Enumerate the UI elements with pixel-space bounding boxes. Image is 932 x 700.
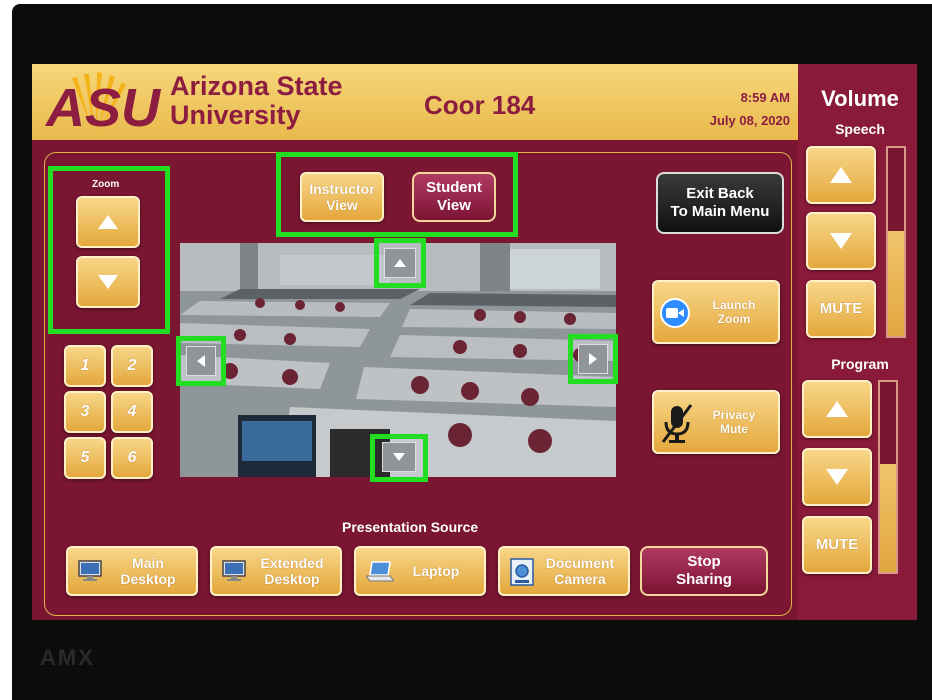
arrow-up-icon bbox=[98, 215, 118, 229]
main-desktop-label-1: Main bbox=[132, 555, 164, 571]
laptop-button[interactable]: Laptop bbox=[354, 546, 486, 596]
extended-desktop-label-2: Desktop bbox=[264, 571, 320, 587]
arrow-up-icon bbox=[394, 259, 406, 267]
zoom-label: Zoom bbox=[92, 179, 120, 190]
exit-label-2: To Main Menu bbox=[670, 203, 770, 220]
preset-6-button[interactable]: 6 bbox=[111, 437, 153, 479]
zoom-in-button[interactable] bbox=[76, 196, 140, 248]
program-label: Program bbox=[831, 356, 889, 372]
zoom-controls-highlight bbox=[48, 166, 170, 334]
program-volume-down-button[interactable] bbox=[802, 448, 872, 506]
clock-time: 8:59 AM bbox=[740, 90, 790, 105]
speech-label: Speech bbox=[835, 121, 885, 137]
zoom-out-button[interactable] bbox=[76, 256, 140, 308]
arrow-down-icon bbox=[826, 469, 848, 485]
preset-2-button[interactable]: 2 bbox=[111, 345, 153, 387]
speech-mute-button[interactable]: MUTE bbox=[806, 280, 876, 338]
laptop-glyph bbox=[364, 561, 396, 582]
room-name: Coor 184 bbox=[424, 90, 536, 120]
video-camera-glyph bbox=[666, 308, 684, 318]
stop-sharing-label-1: Stop bbox=[687, 553, 721, 570]
preset-4-button[interactable]: 4 bbox=[111, 391, 153, 433]
speech-volume-up-button[interactable] bbox=[806, 146, 876, 204]
launch-zoom-label: Launch Zoom bbox=[713, 298, 756, 326]
stop-sharing-button[interactable]: Stop Sharing bbox=[640, 546, 768, 596]
program-level-meter bbox=[878, 380, 898, 574]
launch-zoom-button[interactable]: Launch Zoom bbox=[652, 280, 780, 344]
student-view-label-1: Student bbox=[426, 179, 482, 196]
instructor-view-button[interactable]: Instructor View bbox=[300, 172, 384, 222]
zoom-camera-icon bbox=[660, 298, 690, 328]
monitor-glyph bbox=[222, 560, 246, 581]
main-desktop-label: Main Desktop bbox=[120, 555, 175, 587]
desktop-monitor-icon bbox=[222, 560, 246, 585]
asu-logo: ASU bbox=[44, 70, 162, 138]
camera-pan-right-button[interactable] bbox=[578, 344, 608, 374]
mic-slash-glyph bbox=[661, 404, 693, 443]
document-camera-label-1: Document bbox=[545, 555, 615, 571]
microphone-muted-icon bbox=[660, 402, 694, 449]
laptop-label: Laptop bbox=[412, 563, 460, 579]
arrow-up-icon bbox=[830, 167, 852, 183]
main-desktop-button[interactable]: Main Desktop bbox=[66, 546, 198, 596]
speech-level-fill bbox=[888, 230, 904, 336]
speech-level-meter bbox=[886, 146, 906, 338]
program-volume-up-button[interactable] bbox=[802, 380, 872, 438]
stop-sharing-label-2: Sharing bbox=[676, 571, 732, 588]
arrow-down-icon bbox=[393, 453, 405, 461]
laptop-icon bbox=[364, 560, 396, 585]
exit-label-1: Exit Back bbox=[686, 185, 754, 202]
document-camera-icon bbox=[510, 558, 534, 589]
extended-desktop-button[interactable]: Extended Desktop bbox=[210, 546, 342, 596]
instructor-view-label-1: Instructor bbox=[309, 181, 375, 197]
presentation-source-title: Presentation Source bbox=[342, 519, 479, 535]
university-name: Arizona State University bbox=[170, 72, 343, 130]
preset-5-button[interactable]: 5 bbox=[64, 437, 106, 479]
speech-volume-down-button[interactable] bbox=[806, 212, 876, 270]
privacy-mute-label-1: Privacy bbox=[712, 408, 756, 422]
arrow-down-icon bbox=[830, 233, 852, 249]
launch-zoom-label-2: Zoom bbox=[717, 312, 751, 326]
program-mute-button[interactable]: MUTE bbox=[802, 516, 872, 574]
arrow-right-icon bbox=[589, 353, 597, 365]
privacy-mute-label-2: Mute bbox=[719, 422, 748, 436]
clock-date: July 08, 2020 bbox=[709, 113, 790, 128]
main-desktop-label-2: Desktop bbox=[120, 571, 176, 587]
preset-1-button[interactable]: 1 bbox=[64, 345, 106, 387]
asu-logo-text: ASU bbox=[44, 78, 162, 134]
university-line-1: Arizona State bbox=[170, 71, 343, 101]
privacy-mute-button[interactable]: Privacy Mute bbox=[652, 390, 780, 454]
document-camera-label: Document Camera bbox=[546, 555, 614, 587]
asu-sunburst-logo: ASU bbox=[44, 72, 162, 138]
privacy-mute-label: Privacy Mute bbox=[713, 408, 756, 436]
document-camera-button[interactable]: Document Camera bbox=[498, 546, 630, 596]
camera-pan-left-button[interactable] bbox=[186, 346, 216, 376]
extended-desktop-label: Extended Desktop bbox=[260, 555, 323, 587]
document-camera-glyph bbox=[510, 558, 534, 586]
preset-3-button[interactable]: 3 bbox=[64, 391, 106, 433]
exit-to-main-menu-button[interactable]: Exit Back To Main Menu bbox=[656, 172, 784, 234]
instructor-view-label-2: View bbox=[326, 197, 358, 213]
camera-tilt-down-button[interactable] bbox=[382, 442, 416, 472]
arrow-down-icon bbox=[98, 275, 118, 289]
university-line-2: University bbox=[170, 100, 301, 130]
extended-desktop-label-1: Extended bbox=[260, 555, 324, 571]
camera-tilt-up-button[interactable] bbox=[384, 248, 416, 278]
launch-zoom-label-1: Launch bbox=[712, 298, 756, 312]
student-view-label-2: View bbox=[437, 197, 471, 214]
arrow-left-icon bbox=[197, 355, 205, 367]
program-level-fill bbox=[880, 463, 896, 572]
monitor-glyph bbox=[78, 560, 102, 581]
arrow-up-icon bbox=[826, 401, 848, 417]
volume-title: Volume bbox=[821, 86, 899, 111]
vendor-logo: AMX bbox=[40, 645, 95, 670]
student-view-button[interactable]: Student View bbox=[412, 172, 496, 222]
document-camera-label-2: Camera bbox=[554, 571, 606, 587]
desktop-monitor-icon bbox=[78, 560, 102, 585]
